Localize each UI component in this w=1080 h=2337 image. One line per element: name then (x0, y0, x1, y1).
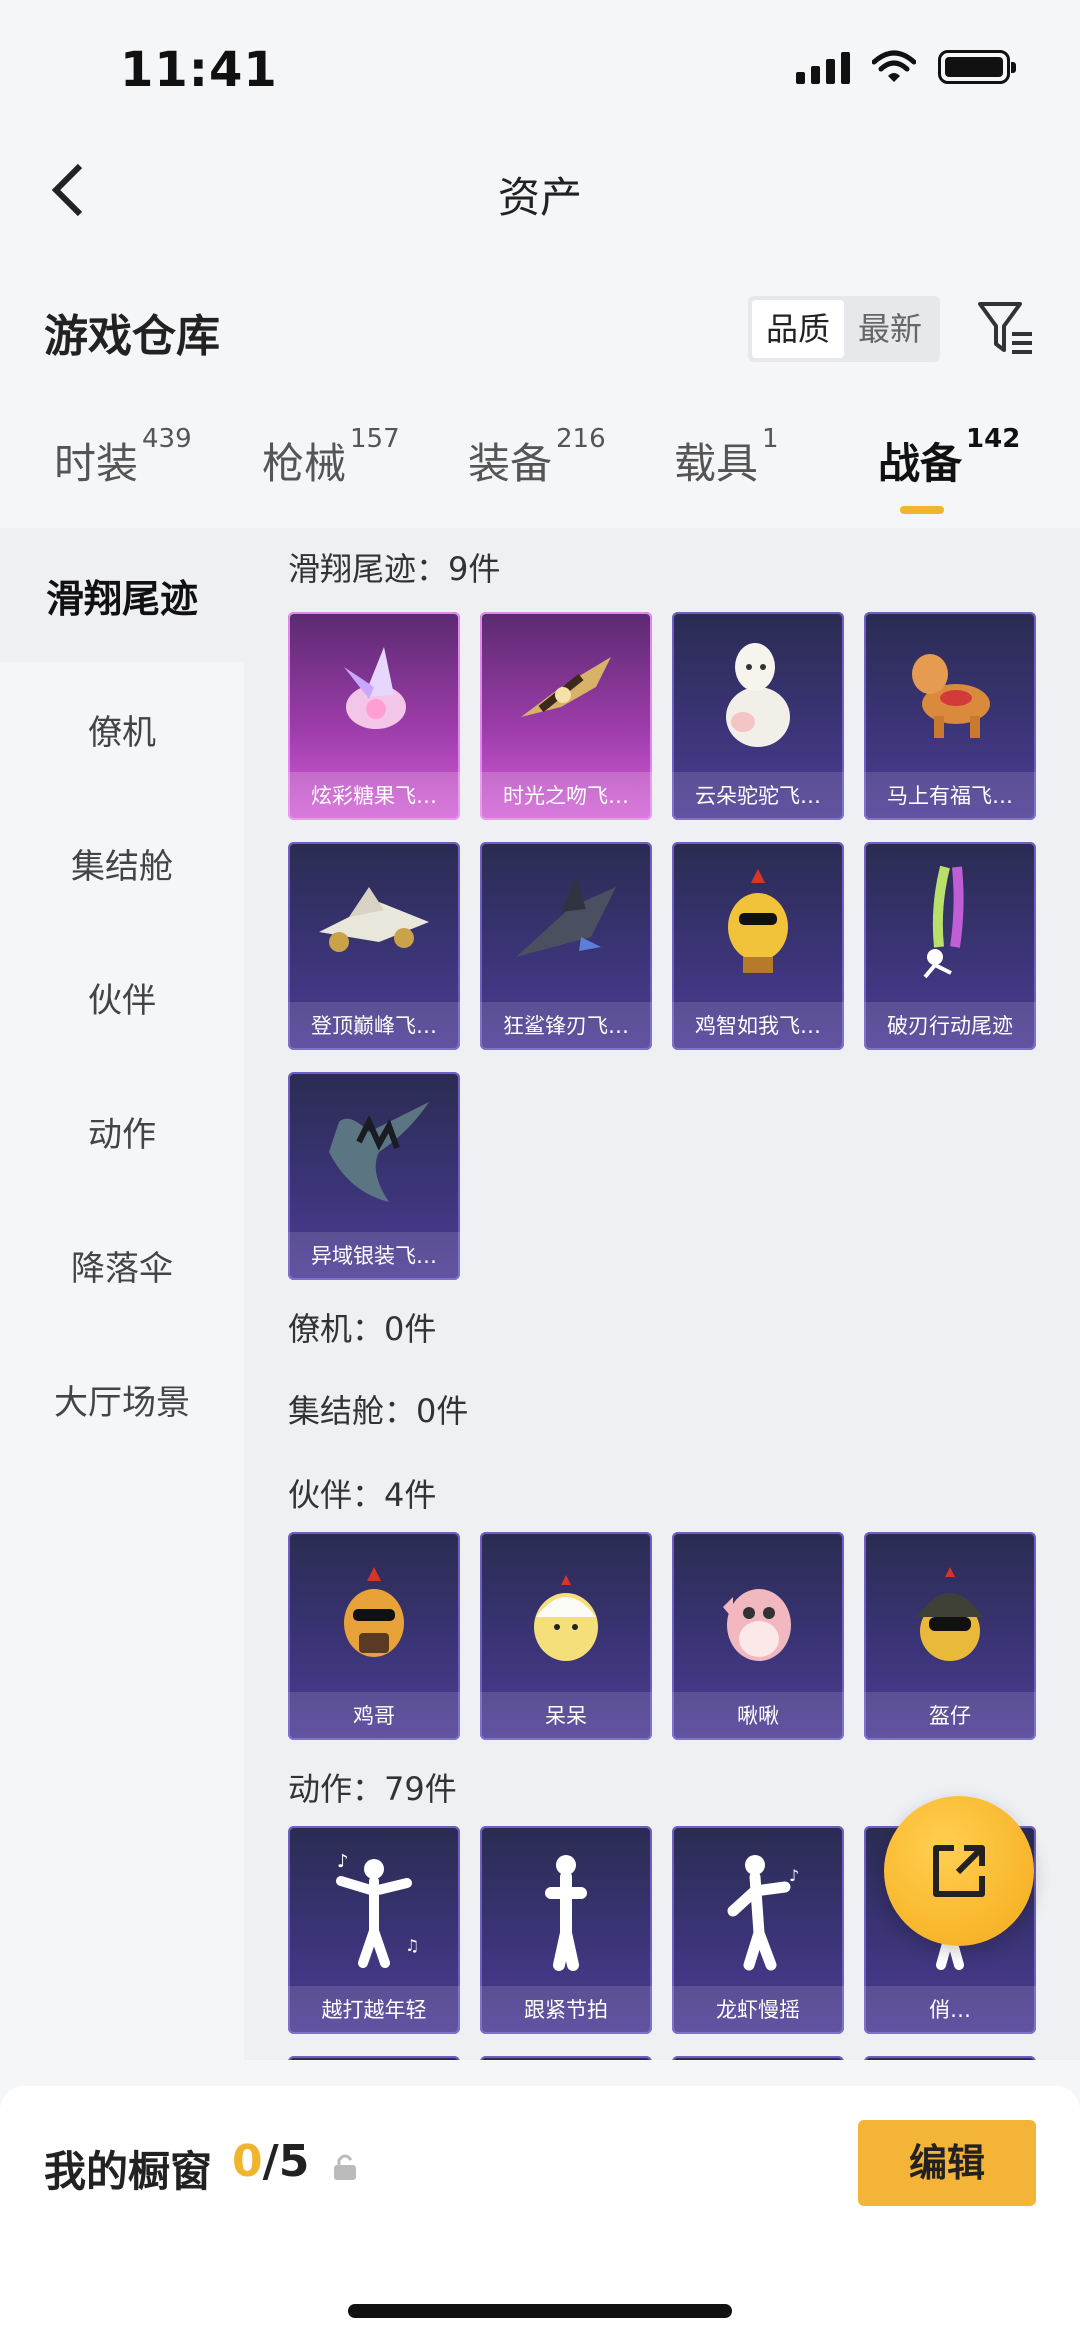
home-indicator (348, 2304, 732, 2318)
sidebar-item-wingman[interactable]: 僚机 (0, 662, 244, 796)
item-card[interactable] (672, 2056, 844, 2060)
item-card[interactable]: 盔仔 (864, 1532, 1036, 1740)
status-bar: 11:41 (0, 0, 1080, 140)
egg-chick-partner-icon (480, 1532, 652, 1692)
helmet-chick-partner-icon (864, 1532, 1036, 1692)
item-card[interactable]: ♪ ♫ 越打越年轻 (288, 1826, 460, 2034)
item-name: 鸡智如我飞… (672, 1002, 844, 1050)
item-card[interactable]: 马上有福飞… (864, 612, 1036, 820)
sort-newest-button[interactable]: 最新 (844, 300, 936, 358)
item-card[interactable]: 呆呆 (480, 1532, 652, 1740)
item-name: 云朵驼驼飞… (672, 772, 844, 820)
item-card[interactable] (480, 2056, 652, 2060)
status-icons (796, 50, 1016, 84)
item-card[interactable]: 异域银装飞… (288, 1072, 460, 1280)
battery-icon (938, 50, 1016, 84)
sort-toggle: 品质 最新 (747, 296, 940, 362)
sidebar: 滑翔尾迹 僚机 集结舱 伙伴 动作 降落伞 大厅场景 (0, 528, 244, 2060)
filter-icon (978, 302, 1032, 354)
item-card[interactable]: 鸡哥 (288, 1532, 460, 1740)
lock-icon (334, 2154, 356, 2180)
pink-bird-partner-icon (672, 1532, 844, 1692)
showcase-count: 0/5 (232, 2136, 310, 2187)
smoke-trail-icon (864, 842, 1036, 1002)
item-name: 盔仔 (864, 1692, 1036, 1740)
item-card[interactable]: ♪ 龙虾慢摇 (672, 1826, 844, 2034)
item-card[interactable]: 鸡智如我飞… (672, 842, 844, 1050)
item-name: 跟紧节拍 (480, 1986, 652, 2034)
item-name: 越打越年轻 (288, 1986, 460, 2034)
item-name: 龙虾慢摇 (672, 1986, 844, 2034)
item-card[interactable] (864, 2056, 1036, 2060)
tab-vehicles[interactable]: 载具 1 (674, 424, 779, 491)
jet-glider-icon (288, 842, 460, 1002)
group-label-wingman: 僚机：0件 (288, 1310, 437, 1348)
item-card[interactable]: 云朵驼驼飞… (672, 612, 844, 820)
golden-glider-icon (480, 612, 652, 772)
item-card[interactable]: 破刃行动尾迹 (864, 842, 1036, 1050)
item-name: 时光之吻飞… (480, 772, 652, 820)
sway-pose-icon: ♪ (672, 1826, 844, 1986)
warehouse-header: 游戏仓库 品质 最新 (0, 280, 1080, 380)
item-card[interactable] (288, 2056, 460, 2060)
horse-glider-icon (864, 612, 1036, 772)
sidebar-item-glide-trail[interactable]: 滑翔尾迹 (0, 528, 244, 662)
item-card[interactable]: 时光之吻飞… (480, 612, 652, 820)
filter-button[interactable] (976, 298, 1036, 360)
sidebar-item-parachute[interactable]: 降落伞 (0, 1198, 244, 1332)
item-card[interactable]: 炫彩糖果飞… (288, 612, 460, 820)
sidebar-item-assembly-pod[interactable]: 集结舱 (0, 796, 244, 930)
item-name: 登顶巅峰飞… (288, 1002, 460, 1050)
sidebar-item-lobby-scene[interactable]: 大厅场景 (0, 1332, 244, 1466)
item-name: 俏… (864, 1986, 1036, 2034)
item-name: 狂鲨锋刃飞… (480, 1002, 652, 1050)
item-card[interactable]: 狂鲨锋刃飞… (480, 842, 652, 1050)
item-name: 马上有福飞… (864, 772, 1036, 820)
tab-battle-gear[interactable]: 战备 142 (878, 424, 1020, 491)
sidebar-item-partner[interactable]: 伙伴 (0, 930, 244, 1064)
alpaca-glider-icon (672, 612, 844, 772)
group-label-partner: 伙伴：4件 (288, 1476, 437, 1514)
sort-quality-button[interactable]: 品质 (751, 300, 844, 358)
status-time: 11:41 (120, 42, 278, 98)
showcase-bar: 我的橱窗 0/5 编辑 (0, 2086, 1080, 2337)
tab-fashion[interactable]: 时装 439 (54, 424, 192, 491)
group-label-glide-trail: 滑翔尾迹：9件 (288, 550, 501, 588)
sidebar-item-emote[interactable]: 动作 (0, 1064, 244, 1198)
svg-text:♪: ♪ (337, 1851, 349, 1872)
item-name: 鸡哥 (288, 1692, 460, 1740)
category-tabs: 时装 439 枪械 157 装备 216 载具 1 战备 142 (0, 424, 1080, 530)
edit-button[interactable]: 编辑 (858, 2120, 1036, 2206)
svg-text:♪: ♪ (789, 1866, 799, 1885)
group-label-emote: 动作：79件 (288, 1770, 457, 1808)
chicken-glider-icon (672, 842, 844, 1002)
wifi-icon (872, 50, 916, 82)
nav-bar: 资产 (0, 140, 1080, 240)
item-card[interactable]: 跟紧节拍 (480, 1826, 652, 2034)
candy-glider-icon (288, 612, 460, 772)
tab-equipment[interactable]: 装备 216 (468, 424, 606, 491)
warehouse-title: 游戏仓库 (44, 311, 220, 362)
item-name: 呆呆 (480, 1692, 652, 1740)
shark-glider-icon (480, 842, 652, 1002)
item-card[interactable]: 登顶巅峰飞… (288, 842, 460, 1050)
item-card[interactable]: 啾啾 (672, 1532, 844, 1740)
chicken-partner-icon (288, 1532, 460, 1692)
dance-pose-icon: ♪ ♫ (288, 1826, 460, 1986)
item-name: 啾啾 (672, 1692, 844, 1740)
beat-pose-icon (480, 1826, 652, 1986)
signal-icon (796, 50, 850, 84)
item-name: 破刃行动尾迹 (864, 1002, 1036, 1050)
group-label-assembly-pod: 集结舱：0件 (288, 1392, 469, 1430)
page-title: 资产 (497, 173, 582, 222)
share-button[interactable] (884, 1796, 1034, 1946)
item-name: 炫彩糖果飞… (288, 772, 460, 820)
svg-text:♫: ♫ (405, 1936, 419, 1955)
item-name: 异域银装飞… (288, 1232, 460, 1280)
silver-glider-icon (288, 1072, 460, 1232)
showcase-label: 我的橱窗 (44, 2147, 213, 2196)
tab-weapons[interactable]: 枪械 157 (262, 424, 400, 491)
share-icon (933, 1845, 985, 1897)
active-tab-indicator (900, 506, 944, 514)
